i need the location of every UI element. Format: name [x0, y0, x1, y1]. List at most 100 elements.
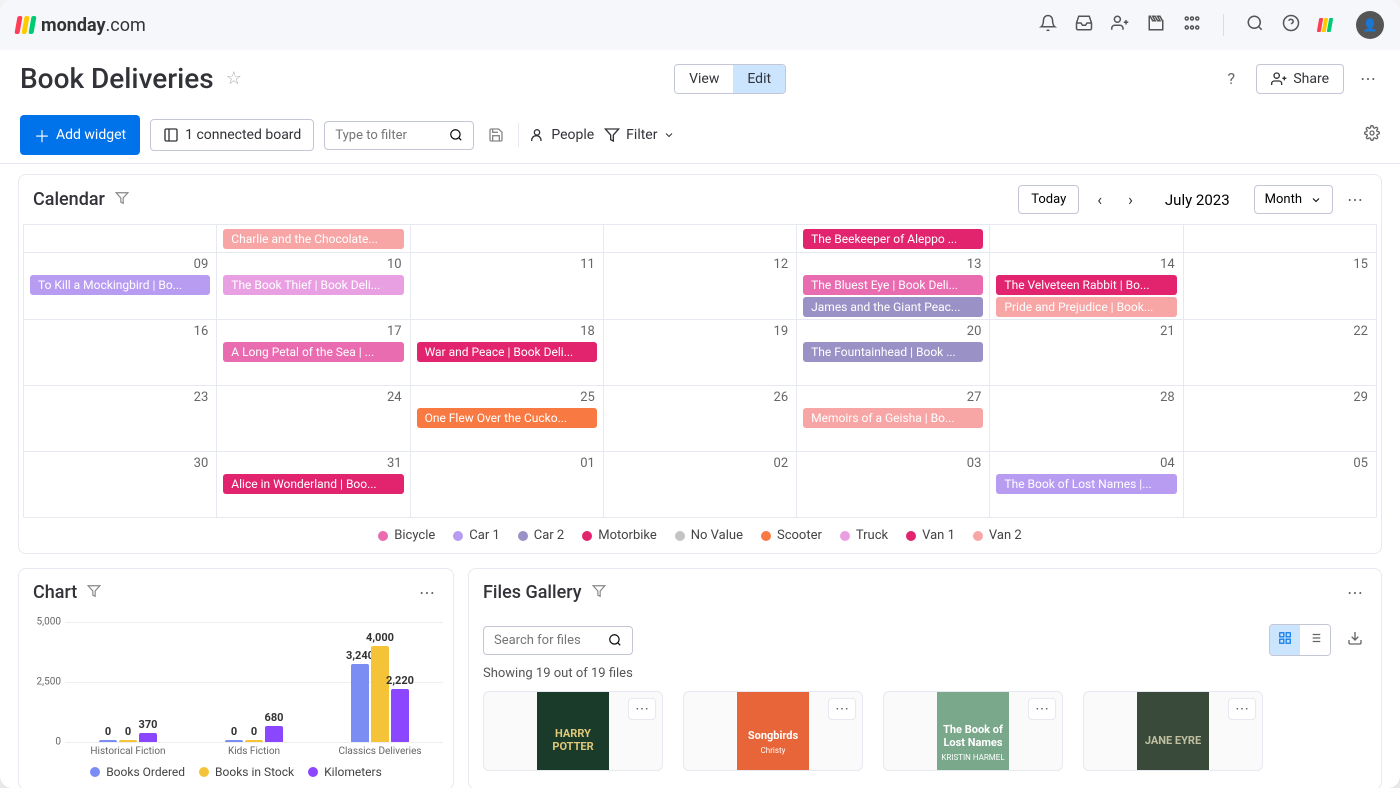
- favorite-icon[interactable]: ☆: [226, 68, 242, 89]
- calendar-cell[interactable]: 16: [24, 320, 217, 386]
- bell-icon[interactable]: [1039, 14, 1057, 36]
- connected-board-button[interactable]: 1 connected board: [150, 119, 314, 151]
- apps-icon[interactable]: [1147, 14, 1165, 36]
- file-card[interactable]: The Book of Lost NamesKRISTIN HARMEL⋯: [883, 691, 1063, 771]
- files-more-icon[interactable]: ⋯: [1343, 579, 1367, 606]
- calendar-filter-icon[interactable]: [115, 190, 129, 209]
- legend-item[interactable]: Van 1: [906, 528, 955, 543]
- calendar-event[interactable]: Pride and Prejudice | Book...: [996, 297, 1176, 317]
- calendar-cell[interactable]: 04The Book of Lost Names |...: [990, 452, 1183, 518]
- calendar-cell[interactable]: [604, 225, 797, 253]
- calendar-cell[interactable]: 05: [1184, 452, 1377, 518]
- add-widget-button[interactable]: ＋ Add widget: [20, 115, 140, 155]
- next-month-icon[interactable]: ›: [1120, 186, 1141, 213]
- calendar-cell[interactable]: Charlie and the Chocolate...: [217, 225, 410, 253]
- file-card[interactable]: SongbirdsChristy⋯: [683, 691, 863, 771]
- calendar-cell[interactable]: 02: [604, 452, 797, 518]
- list-view-button[interactable]: [1300, 625, 1330, 655]
- download-icon[interactable]: [1343, 626, 1367, 654]
- calendar-event[interactable]: The Bluest Eye | Book Deli...: [803, 275, 983, 295]
- calendar-event[interactable]: The Fountainhead | Book ...: [803, 342, 983, 362]
- legend-item[interactable]: Van 2: [973, 528, 1022, 543]
- chart-more-icon[interactable]: ⋯: [415, 579, 439, 606]
- legend-item[interactable]: No Value: [675, 528, 743, 543]
- avatar[interactable]: 👤: [1356, 11, 1384, 39]
- calendar-cell[interactable]: 13The Bluest Eye | Book Deli...James and…: [797, 253, 990, 320]
- chart-bar[interactable]: 4,000: [371, 646, 389, 742]
- calendar-cell[interactable]: 18War and Peace | Book Deli...: [411, 320, 604, 386]
- calendar-event[interactable]: A Long Petal of the Sea | ...: [223, 342, 403, 362]
- filter-input[interactable]: [335, 128, 441, 143]
- workspaces-icon[interactable]: [1183, 14, 1201, 36]
- calendar-cell[interactable]: 19: [604, 320, 797, 386]
- legend-item[interactable]: Motorbike: [582, 528, 657, 543]
- calendar-cell[interactable]: 27Memoirs of a Geisha | Bo...: [797, 386, 990, 452]
- calendar-event[interactable]: James and the Giant Peac...: [803, 297, 983, 317]
- file-more-icon[interactable]: ⋯: [1228, 698, 1256, 720]
- calendar-event[interactable]: Alice in Wonderland | Boo...: [223, 474, 403, 494]
- chart-bar[interactable]: 0: [119, 740, 137, 742]
- file-more-icon[interactable]: ⋯: [1028, 698, 1056, 720]
- calendar-cell[interactable]: 22: [1184, 320, 1377, 386]
- search-icon[interactable]: [608, 633, 622, 647]
- today-button[interactable]: Today: [1018, 185, 1079, 214]
- calendar-cell[interactable]: [24, 225, 217, 253]
- calendar-event[interactable]: The Velveteen Rabbit | Bo...: [996, 275, 1176, 295]
- legend-item[interactable]: Car 1: [453, 528, 499, 543]
- calendar-cell[interactable]: 30: [24, 452, 217, 518]
- calendar-more-icon[interactable]: ⋯: [1343, 186, 1367, 213]
- invite-icon[interactable]: [1111, 14, 1129, 36]
- legend-item[interactable]: Car 2: [518, 528, 564, 543]
- header-help-icon[interactable]: ?: [1218, 66, 1244, 92]
- calendar-cell[interactable]: 26: [604, 386, 797, 452]
- calendar-cell[interactable]: 17A Long Petal of the Sea | ...: [217, 320, 410, 386]
- file-card[interactable]: HARRY POTTER⋯: [483, 691, 663, 771]
- calendar-event[interactable]: War and Peace | Book Deli...: [417, 342, 597, 362]
- prev-month-icon[interactable]: ‹: [1089, 186, 1110, 213]
- chart-bar[interactable]: 370: [139, 733, 157, 742]
- calendar-cell[interactable]: [411, 225, 604, 253]
- calendar-cell[interactable]: 25One Flew Over the Cucko...: [411, 386, 604, 452]
- edit-button[interactable]: Edit: [733, 65, 785, 93]
- calendar-cell[interactable]: 20The Fountainhead | Book ...: [797, 320, 990, 386]
- header-more-icon[interactable]: ⋯: [1356, 65, 1380, 92]
- mini-logo-icon[interactable]: [1318, 18, 1332, 32]
- calendar-cell[interactable]: [990, 225, 1183, 253]
- chart-bar[interactable]: 0: [99, 740, 117, 742]
- file-more-icon[interactable]: ⋯: [628, 698, 656, 720]
- calendar-cell[interactable]: 21: [990, 320, 1183, 386]
- chart-bar[interactable]: 3,240: [351, 664, 369, 742]
- help-icon[interactable]: [1282, 14, 1300, 36]
- calendar-cell[interactable]: 29: [1184, 386, 1377, 452]
- file-more-icon[interactable]: ⋯: [828, 698, 856, 720]
- calendar-cell[interactable]: 03: [797, 452, 990, 518]
- calendar-event[interactable]: The Book Thief | Book Deli...: [223, 275, 403, 295]
- calendar-cell[interactable]: 31Alice in Wonderland | Boo...: [217, 452, 410, 518]
- chart-bar[interactable]: 0: [245, 740, 263, 742]
- calendar-cell[interactable]: 12: [604, 253, 797, 320]
- chart-legend-item[interactable]: Kilometers: [308, 765, 382, 779]
- calendar-cell[interactable]: 15: [1184, 253, 1377, 320]
- calendar-event[interactable]: The Book of Lost Names |...: [996, 474, 1176, 494]
- calendar-cell[interactable]: 23: [24, 386, 217, 452]
- calendar-event[interactable]: Memoirs of a Geisha | Bo...: [803, 408, 983, 428]
- calendar-cell[interactable]: [1184, 225, 1377, 253]
- inbox-icon[interactable]: [1075, 14, 1093, 36]
- file-card[interactable]: JANE EYRE⋯: [1083, 691, 1263, 771]
- chart-filter-icon[interactable]: [87, 583, 101, 602]
- view-button[interactable]: View: [675, 65, 733, 93]
- calendar-cell[interactable]: 24: [217, 386, 410, 452]
- calendar-event[interactable]: Charlie and the Chocolate...: [223, 229, 403, 249]
- chart-bar[interactable]: 2,220: [391, 689, 409, 742]
- calendar-cell[interactable]: 11: [411, 253, 604, 320]
- share-button[interactable]: Share: [1256, 64, 1344, 94]
- files-filter-icon[interactable]: [592, 583, 606, 602]
- calendar-event[interactable]: The Beekeeper of Aleppo ...: [803, 229, 983, 249]
- scale-select[interactable]: Month: [1254, 185, 1333, 214]
- search-icon[interactable]: [1246, 14, 1264, 36]
- calendar-cell[interactable]: The Beekeeper of Aleppo ...: [797, 225, 990, 253]
- legend-item[interactable]: Scooter: [761, 528, 822, 543]
- calendar-event[interactable]: To Kill a Mockingbird | Bo...: [30, 275, 210, 295]
- files-search-input[interactable]: [494, 633, 600, 648]
- settings-icon[interactable]: [1364, 125, 1380, 145]
